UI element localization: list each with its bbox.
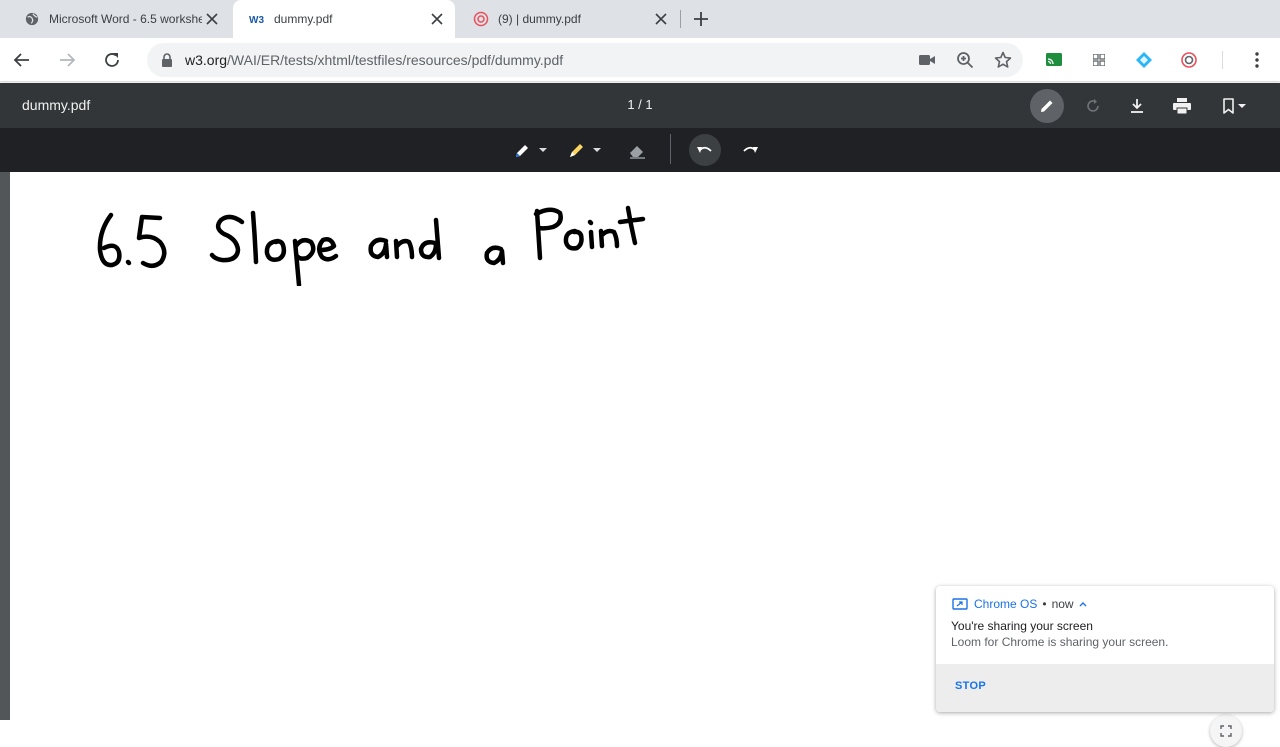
forward-button[interactable] xyxy=(53,46,81,74)
chevron-up-icon[interactable] xyxy=(1078,600,1088,608)
browser-toolbar: w3.org/WAI/ER/tests/xhtml/testfiles/reso… xyxy=(0,38,1280,82)
grid-extension-icon[interactable] xyxy=(1090,51,1108,69)
notification-actions: STOP xyxy=(936,664,1274,712)
handwritten-title xyxy=(90,196,650,291)
tab-title: dummy.pdf xyxy=(274,12,333,26)
tab-word-worksheet[interactable]: Microsoft Word - 6.5 worksheet xyxy=(8,0,230,38)
print-icon xyxy=(1173,98,1191,114)
undo-button[interactable] xyxy=(689,134,721,166)
page-indicator[interactable]: 1 / 1 xyxy=(600,97,680,112)
screen-share-icon xyxy=(952,598,968,610)
pen-tool-button[interactable] xyxy=(512,136,548,164)
stop-sharing-button[interactable]: STOP xyxy=(955,680,986,692)
notification-header: Chrome OS • now xyxy=(952,597,1088,611)
close-tab-icon[interactable] xyxy=(202,9,222,29)
annotation-divider xyxy=(670,134,671,164)
highlighter-icon xyxy=(570,144,601,157)
w3c-icon: W3 xyxy=(249,11,265,27)
close-tab-icon[interactable] xyxy=(651,9,671,29)
loom-icon xyxy=(473,11,489,27)
notification-title: You're sharing your screen xyxy=(951,619,1093,633)
eraser-tool-button[interactable] xyxy=(625,136,649,164)
notification-time: now xyxy=(1051,597,1074,611)
toolbar-separator xyxy=(1222,51,1223,69)
fullscreen-icon xyxy=(1220,725,1232,737)
download-button[interactable] xyxy=(1120,89,1154,123)
url-text: w3.org/WAI/ER/tests/xhtml/testfiles/reso… xyxy=(185,52,563,68)
screen-share-notification[interactable]: Chrome OS • now You're sharing your scre… xyxy=(936,586,1274,712)
rotate-button[interactable] xyxy=(1076,89,1110,123)
tab-title: Microsoft Word - 6.5 worksheet xyxy=(49,12,202,26)
undo-icon xyxy=(697,146,712,153)
redo-icon xyxy=(743,146,758,153)
back-button[interactable] xyxy=(8,46,36,74)
star-icon[interactable] xyxy=(991,48,1015,72)
zoom-icon[interactable] xyxy=(953,48,977,72)
tab-loom-dummy-pdf[interactable]: (9) | dummy.pdf xyxy=(457,0,679,38)
menu-icon[interactable] xyxy=(1248,51,1266,69)
notification-source: Chrome OS xyxy=(974,597,1038,611)
bookmark-menu-button[interactable] xyxy=(1214,89,1254,123)
annotation-toolbar xyxy=(0,128,1280,172)
new-tab-button[interactable] xyxy=(689,7,713,31)
reload-button[interactable] xyxy=(98,46,126,74)
cast-extension-icon[interactable] xyxy=(1045,51,1063,69)
tab-strip: Microsoft Word - 6.5 worksheet W3 dummy.… xyxy=(0,0,1280,38)
rotate-icon xyxy=(1087,99,1099,112)
tab-title: (9) | dummy.pdf xyxy=(498,12,581,26)
globe-icon xyxy=(24,11,40,27)
handwriting-ink xyxy=(97,205,646,288)
pencil-icon xyxy=(1041,100,1053,112)
eraser-icon xyxy=(630,146,645,159)
pdf-toolbar: dummy.pdf 1 / 1 xyxy=(0,83,1280,128)
svg-text:W3: W3 xyxy=(249,15,264,25)
pdf-title: dummy.pdf xyxy=(22,97,91,113)
redo-button[interactable] xyxy=(736,136,764,164)
highlighter-tool-button[interactable] xyxy=(566,136,604,164)
lock-icon[interactable] xyxy=(161,53,173,67)
tab-separator xyxy=(680,10,681,28)
bookmark-icon xyxy=(1223,98,1246,114)
notification-body: Loom for Chrome is sharing your screen. xyxy=(951,635,1169,649)
diamond-extension-icon[interactable] xyxy=(1135,51,1153,69)
loom-extension-icon[interactable] xyxy=(1180,51,1198,69)
separator-dot: • xyxy=(1042,597,1047,611)
download-icon xyxy=(1131,99,1143,113)
url-host: w3.org xyxy=(185,52,228,68)
camera-icon[interactable] xyxy=(915,48,939,72)
tab-dummy-pdf[interactable]: W3 dummy.pdf xyxy=(233,0,455,38)
address-bar[interactable]: w3.org/WAI/ER/tests/xhtml/testfiles/reso… xyxy=(147,43,1023,77)
close-tab-icon[interactable] xyxy=(427,9,447,29)
print-button[interactable] xyxy=(1165,89,1199,123)
pen-icon xyxy=(516,145,547,157)
url-path: /WAI/ER/tests/xhtml/testfiles/resources/… xyxy=(227,52,564,68)
annotate-button[interactable] xyxy=(1030,89,1064,123)
